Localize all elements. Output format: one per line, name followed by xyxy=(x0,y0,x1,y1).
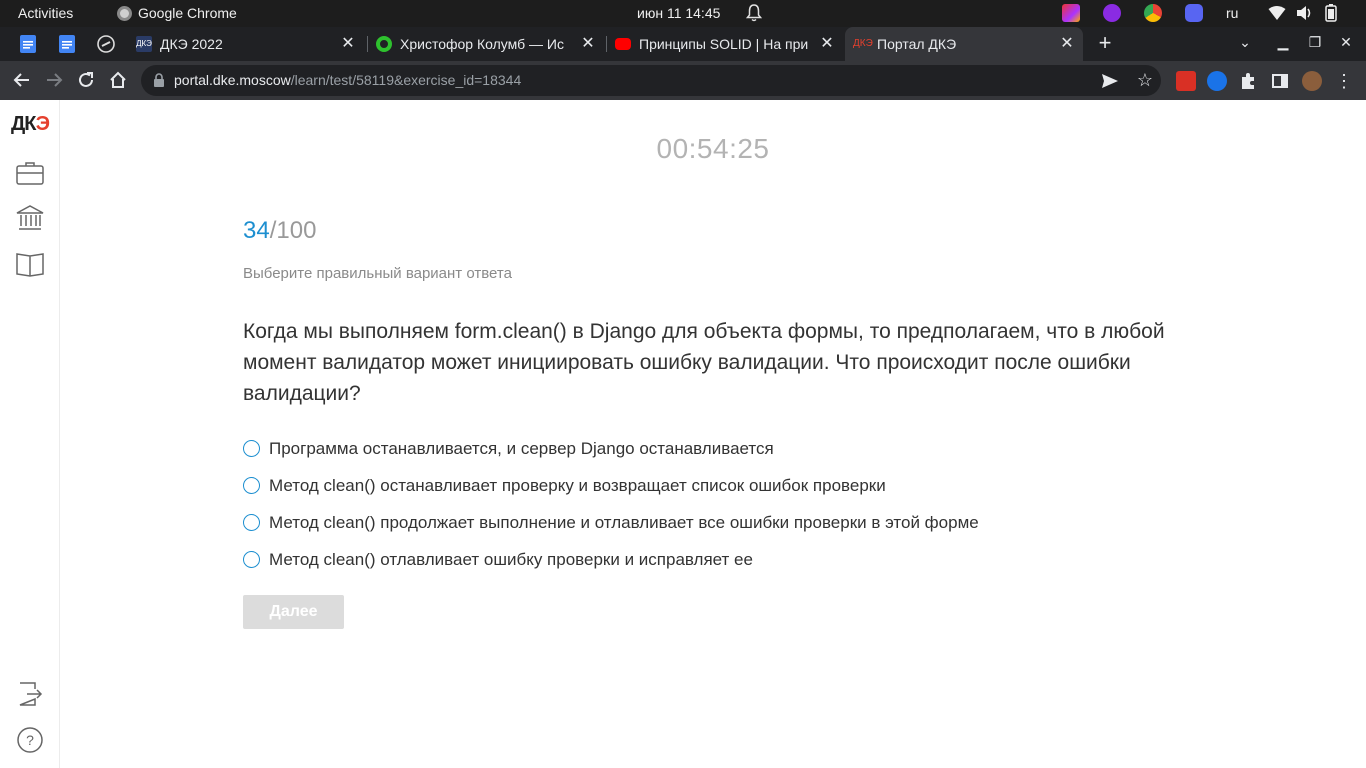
dke-portal-favicon: ДКЭ xyxy=(853,38,873,49)
forward-icon[interactable] xyxy=(44,70,64,90)
system-top-bar: Activities Google Chrome июн 11 14:45 ru xyxy=(0,0,1366,27)
answer-instruction: Выберите правильный вариант ответа xyxy=(243,265,512,282)
tab-dke-2022[interactable]: ДКЭ ДКЭ 2022 ✕ xyxy=(128,27,364,61)
total-questions: /100 xyxy=(269,217,317,244)
bookmark-star-icon[interactable]: ☆ xyxy=(1135,70,1155,90)
tab-title: Портал ДКЭ xyxy=(877,36,957,52)
wifi-icon[interactable] xyxy=(1268,5,1286,21)
logout-icon[interactable] xyxy=(15,680,45,708)
restore-icon[interactable]: ❐ xyxy=(1306,34,1324,52)
answer-option[interactable]: Метод clean() отлавливает ошибку проверк… xyxy=(243,541,979,578)
radio-button[interactable] xyxy=(243,440,260,457)
app-name: Google Chrome xyxy=(138,5,237,21)
send-tab-icon[interactable] xyxy=(1101,72,1119,90)
tray-app-icon[interactable] xyxy=(1062,4,1080,22)
answer-option[interactable]: Метод clean() останавливает проверку и в… xyxy=(243,467,979,504)
minimize-icon[interactable]: ▁ xyxy=(1274,34,1292,52)
option-label: Метод clean() продолжает выполнение и от… xyxy=(269,512,979,532)
current-question-number: 34 xyxy=(243,217,270,244)
option-label: Метод clean() отлавливает ошибку проверк… xyxy=(269,549,753,569)
extension-mail-icon[interactable] xyxy=(1176,71,1196,91)
back-icon[interactable] xyxy=(12,70,32,90)
radio-button[interactable] xyxy=(243,514,260,531)
tray-chrome-icon[interactable] xyxy=(1144,4,1162,22)
close-tab-icon[interactable]: ✕ xyxy=(819,36,835,52)
url-text[interactable]: portal.dke.moscow/learn/test/58119&exerc… xyxy=(174,72,521,88)
question-text: Когда мы выполняем form.clean() в Django… xyxy=(243,320,1165,405)
chrome-icon xyxy=(117,5,132,21)
tab-solid-video[interactable]: Принципы SOLID | На при ✕ xyxy=(607,27,843,61)
tray-fire-icon[interactable] xyxy=(1103,4,1121,22)
extensions-puzzle-icon[interactable] xyxy=(1238,71,1258,91)
extension-infinity-icon[interactable] xyxy=(1207,71,1227,91)
address-bar[interactable]: portal.dke.moscow/learn/test/58119&exerc… xyxy=(141,65,1161,96)
tab-title: Принципы SOLID | На при xyxy=(639,36,809,52)
close-window-icon[interactable]: ✕ xyxy=(1337,34,1355,52)
tab-kolumb[interactable]: Христофор Колумб — Ис ✕ xyxy=(368,27,604,61)
test-timer: 00:54:25 xyxy=(656,133,770,164)
clock[interactable]: июн 11 14:45 xyxy=(637,5,720,21)
institution-icon[interactable] xyxy=(15,204,45,232)
tab-search-icon[interactable]: ⌄ xyxy=(1236,34,1254,52)
answer-option[interactable]: Программа останавливается, и сервер Djan… xyxy=(243,430,979,467)
next-button[interactable]: Далее xyxy=(243,595,344,629)
help-icon[interactable]: ? xyxy=(15,726,45,754)
volume-icon[interactable] xyxy=(1296,5,1314,21)
app-menu[interactable]: Google Chrome xyxy=(117,5,237,21)
reload-icon[interactable] xyxy=(76,70,96,90)
google-docs-icon[interactable] xyxy=(58,35,76,53)
lock-icon[interactable] xyxy=(154,73,164,87)
radio-button[interactable] xyxy=(243,551,260,568)
keyboard-layout[interactable]: ru xyxy=(1226,5,1238,21)
youtube-favicon xyxy=(615,38,631,50)
side-panel-icon[interactable] xyxy=(1270,71,1290,91)
url-path: /learn/test/58119&exercise_id=18344 xyxy=(290,72,522,88)
discord-icon[interactable] xyxy=(1185,4,1203,22)
tab-title: ДКЭ 2022 xyxy=(160,36,223,52)
browser-toolbar: portal.dke.moscow/learn/test/58119&exerc… xyxy=(0,61,1366,100)
google-docs-icon[interactable] xyxy=(19,35,37,53)
url-host: portal.dke.moscow xyxy=(174,72,291,88)
svg-text:?: ? xyxy=(26,732,34,748)
activities-button[interactable]: Activities xyxy=(18,5,73,21)
tab-strip: ДКЭ ДКЭ 2022 ✕ Христофор Колумб — Ис ✕ П… xyxy=(0,27,1366,61)
sidebar: ДКЭ ? xyxy=(0,100,60,768)
system-tray: ru xyxy=(1062,4,1338,22)
dke-2022-favicon: ДКЭ xyxy=(136,36,152,52)
link-icon[interactable] xyxy=(97,35,115,53)
green-ring-favicon xyxy=(376,36,392,52)
more-menu-icon[interactable]: ⋮ xyxy=(1334,71,1354,91)
tab-title: Христофор Колумб — Ис xyxy=(400,36,564,52)
tab-portal-dke[interactable]: ДКЭ Портал ДКЭ ✕ xyxy=(845,27,1083,61)
home-icon[interactable] xyxy=(108,70,128,90)
notification-bell-icon xyxy=(746,4,762,22)
battery-icon[interactable] xyxy=(1324,4,1338,22)
close-tab-icon[interactable]: ✕ xyxy=(580,36,596,52)
answer-option[interactable]: Метод clean() продолжает выполнение и от… xyxy=(243,504,979,541)
book-icon[interactable] xyxy=(15,250,45,278)
option-label: Метод clean() останавливает проверку и в… xyxy=(269,475,886,495)
profile-avatar[interactable] xyxy=(1302,71,1322,91)
question-progress: 34/100 xyxy=(243,217,316,245)
radio-button[interactable] xyxy=(243,477,260,494)
option-label: Программа останавливается, и сервер Djan… xyxy=(269,438,774,458)
page-content: ДКЭ ? 00:54:25 34/100 Выберите правильны… xyxy=(0,100,1366,768)
close-tab-icon[interactable]: ✕ xyxy=(340,36,356,52)
close-tab-icon[interactable]: ✕ xyxy=(1059,36,1075,52)
new-tab-icon[interactable]: + xyxy=(1095,32,1115,54)
answer-options: Программа останавливается, и сервер Djan… xyxy=(243,430,979,578)
